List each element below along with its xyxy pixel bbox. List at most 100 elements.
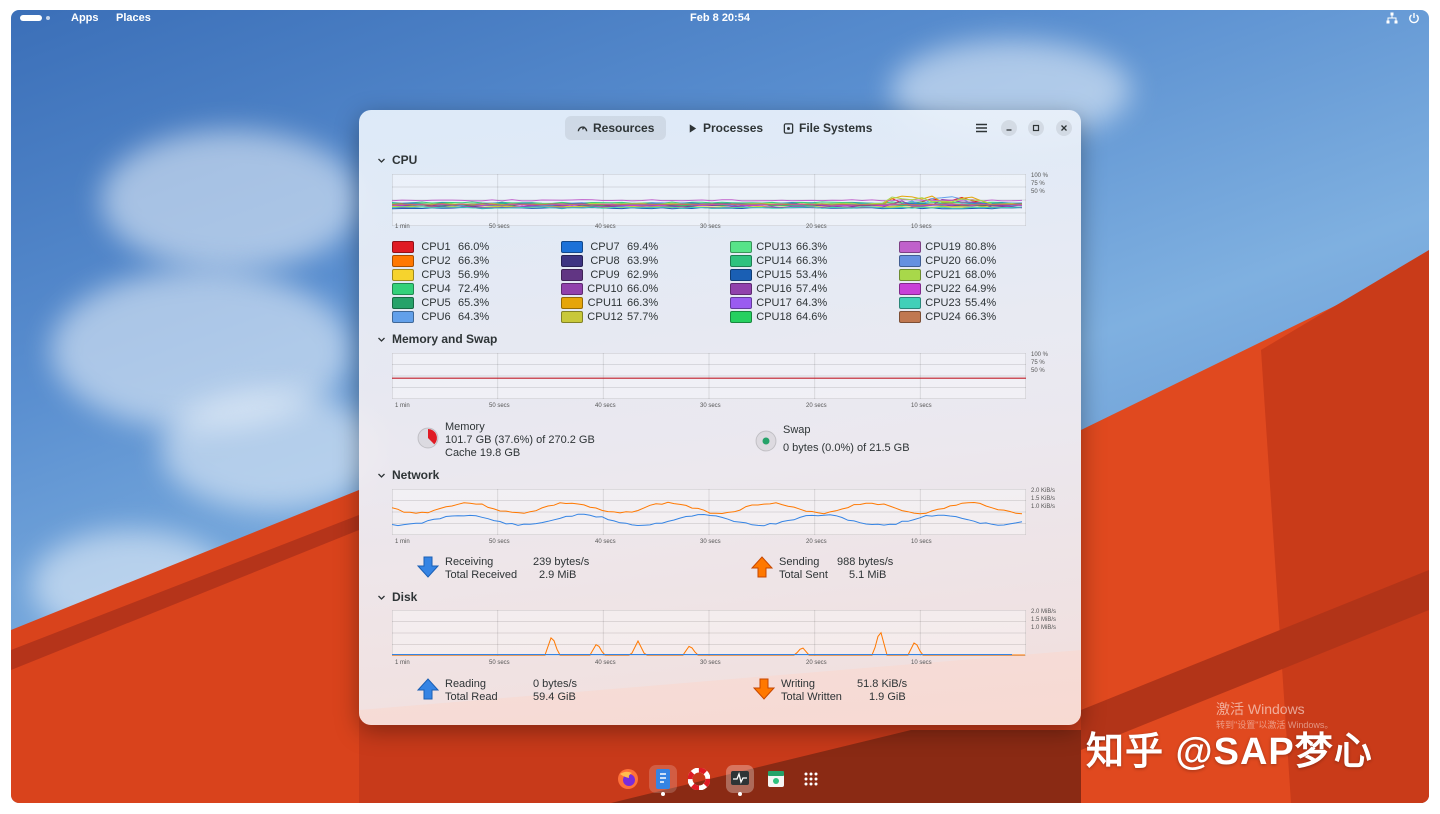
cpu-legend-item[interactable]: CPU23 55.4% [899, 296, 1005, 310]
tab-processes[interactable]: Processes [675, 116, 775, 140]
cpu-color-swatch[interactable] [561, 255, 583, 267]
cpu-name: CPU9 [590, 269, 620, 281]
cpu-name: CPU3 [421, 269, 451, 281]
cpu-legend-item[interactable]: CPU2 66.3% [392, 254, 498, 268]
cpu-section-header[interactable]: CPU [377, 153, 417, 167]
cpu-legend-item[interactable]: CPU6 64.3% [392, 310, 498, 324]
cpu-legend-item[interactable]: CPU10 66.0% [561, 282, 667, 296]
dock-app-grid[interactable] [797, 765, 825, 793]
close-button[interactable] [1056, 120, 1072, 136]
cpu-color-swatch[interactable] [730, 269, 752, 281]
app-grid-icon [804, 772, 818, 786]
cpu-color-swatch[interactable] [730, 255, 752, 267]
cpu-color-swatch[interactable] [730, 297, 752, 309]
network-section-header[interactable]: Network [377, 468, 439, 482]
cpu-legend-item[interactable]: CPU11 66.3% [561, 296, 667, 310]
cpu-legend-item[interactable]: CPU16 57.4% [730, 282, 836, 296]
cpu-color-swatch[interactable] [899, 283, 921, 295]
writing-info: Writing 51.8 KiB/s Total Written 1.9 GiB [781, 678, 907, 704]
cpu-legend-item[interactable]: CPU21 68.0% [899, 268, 1005, 282]
memory-label: Memory [445, 421, 485, 433]
cpu-name: CPU13 [756, 241, 792, 253]
tab-file-systems[interactable]: File Systems [771, 116, 884, 140]
dock-software[interactable] [762, 765, 790, 793]
cpu-legend-item[interactable]: CPU9 62.9% [561, 268, 667, 282]
close-icon [1061, 125, 1067, 131]
network-icon[interactable] [1386, 12, 1398, 24]
memory-scale-50: 50 % [1031, 368, 1045, 374]
network-scale-1: 1.0 KiB/s [1031, 504, 1056, 510]
dock-text-editor[interactable] [649, 765, 677, 796]
cpu-color-swatch[interactable] [730, 311, 752, 323]
cpu-color-swatch[interactable] [561, 311, 583, 323]
dock-firefox[interactable] [614, 765, 642, 793]
cpu-legend-item[interactable]: CPU3 56.9% [392, 268, 498, 282]
cpu-color-swatch[interactable] [392, 269, 414, 281]
network-scale-2: 2.0 KiB/s [1031, 488, 1056, 494]
cpu-legend-item[interactable]: CPU7 69.4% [561, 240, 667, 254]
cpu-color-swatch[interactable] [392, 241, 414, 253]
cpu-legend-item[interactable]: CPU14 66.3% [730, 254, 836, 268]
cpu-value: 64.3% [796, 297, 828, 309]
disk-time-tick: 20 secs [806, 660, 827, 666]
cpu-legend-item[interactable]: CPU8 63.9% [561, 254, 667, 268]
cpu-legend-item[interactable]: CPU1 66.0% [392, 240, 498, 254]
cpu-color-swatch[interactable] [899, 311, 921, 323]
cpu-value: 68.0% [965, 269, 997, 281]
network-time-tick: 50 secs [489, 539, 510, 545]
cpu-legend-item[interactable]: CPU24 66.3% [899, 310, 1005, 324]
cpu-legend-item[interactable]: CPU13 66.3% [730, 240, 836, 254]
cpu-legend-item[interactable]: CPU15 53.4% [730, 268, 836, 282]
cpu-color-swatch[interactable] [561, 269, 583, 281]
power-icon[interactable] [1408, 12, 1420, 24]
cpu-value: 66.0% [627, 283, 659, 295]
help-icon [688, 768, 710, 790]
cpu-color-swatch[interactable] [392, 283, 414, 295]
dock-help[interactable] [685, 765, 713, 793]
cpu-color-swatch[interactable] [899, 297, 921, 309]
reading-info: Reading 0 bytes/s Total Read 59.4 GiB [445, 678, 577, 704]
cpu-color-swatch[interactable] [899, 269, 921, 281]
cpu-name: CPU1 [421, 241, 451, 253]
cpu-color-swatch[interactable] [730, 283, 752, 295]
cpu-color-swatch[interactable] [561, 297, 583, 309]
reading-label: Reading [445, 678, 486, 690]
clock[interactable]: Feb 8 20:54 [11, 12, 1429, 24]
cpu-legend-item[interactable]: CPU5 65.3% [392, 296, 498, 310]
cpu-legend-item[interactable]: CPU12 57.7% [561, 310, 667, 324]
cpu-color-swatch[interactable] [899, 241, 921, 253]
cpu-legend-item[interactable]: CPU22 64.9% [899, 282, 1005, 296]
tab-label: Resources [593, 121, 655, 135]
memory-section-header[interactable]: Memory and Swap [377, 332, 497, 346]
network-graph-plot [392, 489, 1026, 535]
minimize-button[interactable] [1001, 120, 1017, 136]
cpu-name: CPU19 [925, 241, 961, 253]
total-written-value: 1.9 GiB [869, 691, 906, 703]
cpu-color-swatch[interactable] [730, 241, 752, 253]
disk-graph-plot [392, 610, 1026, 656]
disk-section-header[interactable]: Disk [377, 590, 417, 604]
cpu-time-tick: 10 secs [911, 224, 932, 230]
cpu-legend-item[interactable]: CPU4 72.4% [392, 282, 498, 296]
cpu-color-swatch[interactable] [561, 283, 583, 295]
cpu-color-swatch[interactable] [392, 297, 414, 309]
main-menu-button[interactable] [973, 120, 989, 136]
disk-time-tick: 30 secs [700, 660, 721, 666]
dock-system-monitor[interactable] [726, 765, 754, 796]
memory-time-tick: 30 secs [700, 403, 721, 409]
firefox-icon [618, 769, 638, 789]
cpu-legend-item[interactable]: CPU20 66.0% [899, 254, 1005, 268]
maximize-button[interactable] [1028, 120, 1044, 136]
cpu-value: 66.3% [796, 241, 828, 253]
cpu-color-swatch[interactable] [392, 255, 414, 267]
memory-time-tick: 50 secs [489, 403, 510, 409]
cpu-color-swatch[interactable] [899, 255, 921, 267]
cpu-color-swatch[interactable] [392, 311, 414, 323]
cpu-legend-item[interactable]: CPU17 64.3% [730, 296, 836, 310]
cpu-color-swatch[interactable] [561, 241, 583, 253]
cpu-legend-item[interactable]: CPU19 80.8% [899, 240, 1005, 254]
tab-resources[interactable]: Resources [565, 116, 667, 140]
cpu-value: 53.4% [796, 269, 828, 281]
cpu-legend-item[interactable]: CPU18 64.6% [730, 310, 836, 324]
cpu-value: 64.6% [796, 311, 828, 323]
